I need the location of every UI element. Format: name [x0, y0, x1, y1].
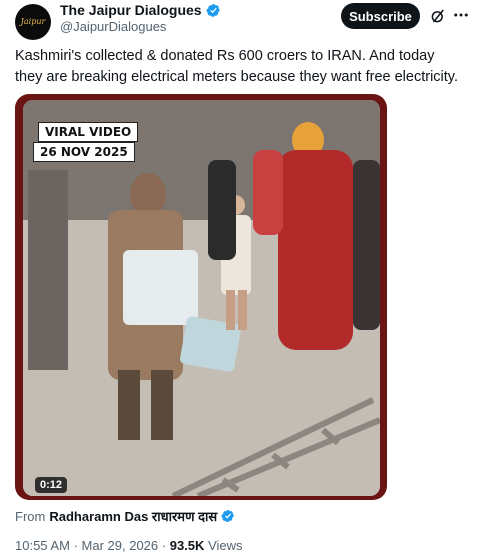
- video-frame[interactable]: VIRAL VIDEO 26 NOV 2025 0:12: [23, 100, 380, 496]
- handle[interactable]: @JaipurDialogues: [60, 19, 166, 34]
- avatar[interactable]: Jaipur: [15, 4, 51, 40]
- verified-badge-icon: [221, 510, 235, 522]
- viral-video-badge: VIRAL VIDEO: [38, 122, 139, 142]
- meta-separator-2: ·: [161, 538, 167, 553]
- display-name-text: The Jaipur Dialogues: [60, 2, 202, 18]
- tweet-date[interactable]: Mar 29, 2026: [82, 538, 159, 553]
- verified-badge-icon: [206, 3, 220, 17]
- attribution-prefix: From: [15, 508, 46, 524]
- display-name[interactable]: The Jaipur Dialogues: [60, 2, 221, 18]
- more-options-icon[interactable]: [452, 6, 470, 24]
- grok-icon[interactable]: [429, 7, 447, 25]
- tweet-text: Kashmiri's collected & donated Rs 600 cr…: [15, 48, 458, 85]
- avatar-logo: Jaipur: [20, 17, 46, 26]
- views-label: Views: [208, 538, 243, 553]
- subscribe-button[interactable]: Subscribe: [341, 3, 420, 29]
- meta-separator: ·: [73, 538, 78, 553]
- video-date-badge: 26 NOV 2025: [33, 142, 135, 162]
- video-player[interactable]: VIRAL VIDEO 26 NOV 2025 0:12: [15, 94, 387, 500]
- views-count: 93.5K: [169, 538, 205, 553]
- attribution: From Radharamn Das राधारमण दास: [15, 507, 235, 525]
- attribution-author-link[interactable]: Radharamn Das राधारमण दास: [49, 507, 217, 525]
- tweet-time[interactable]: 10:55 AM: [15, 538, 70, 553]
- tweet-meta: 10:55 AM · Mar 29, 2026 · 93.5K Views: [15, 538, 243, 553]
- video-duration: 0:12: [35, 477, 68, 493]
